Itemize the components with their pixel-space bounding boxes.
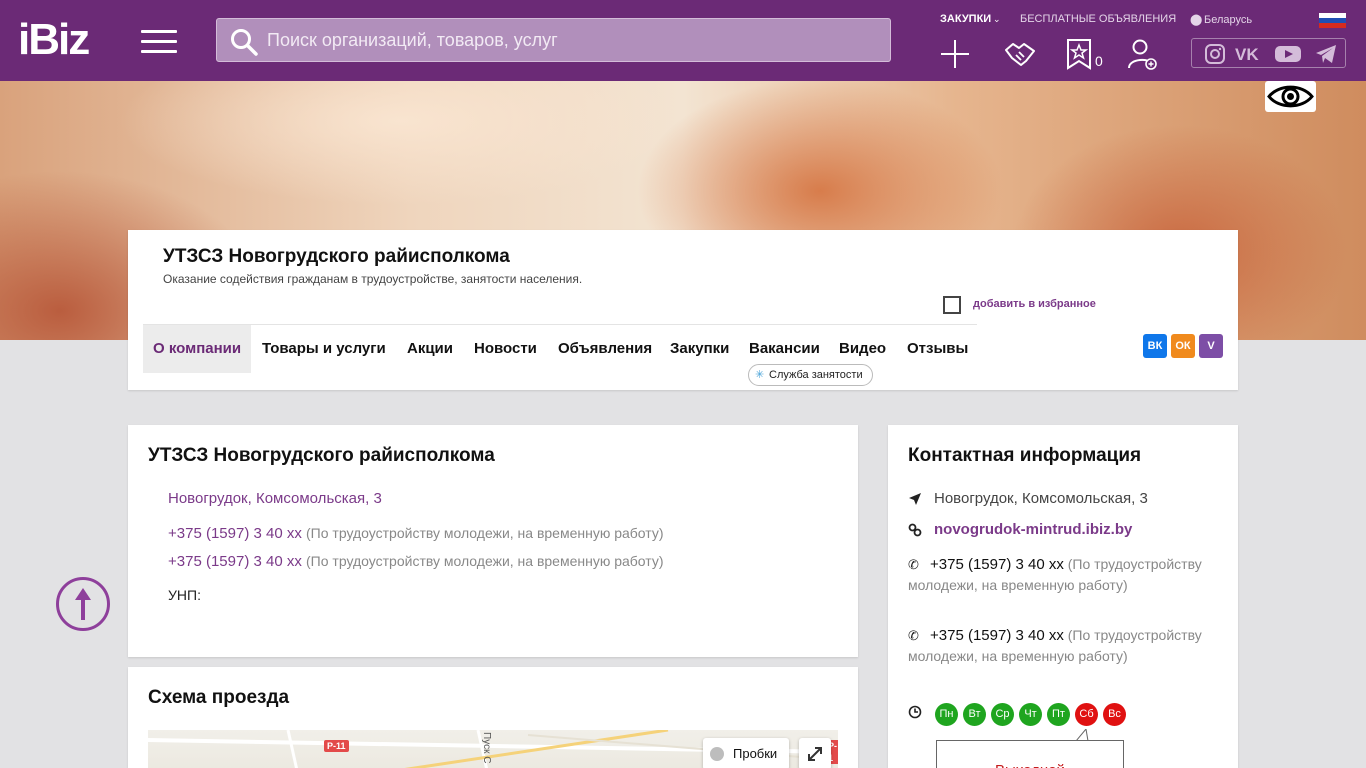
website-link[interactable]: novogrudok-mintrud.ibiz.by bbox=[934, 521, 1132, 538]
navigation-arrow-icon bbox=[909, 493, 921, 505]
phone-icon: ✆ bbox=[908, 628, 919, 643]
telegram-icon[interactable] bbox=[1315, 43, 1337, 65]
youtube-icon[interactable] bbox=[1274, 43, 1302, 65]
share-vk-icon[interactable]: ВК bbox=[1143, 334, 1167, 358]
contact-address: Новогрудок, Комсомольская, 3 bbox=[934, 490, 1148, 507]
day-thursday[interactable]: Чт bbox=[1019, 703, 1042, 726]
day-wednesday[interactable]: Ср bbox=[991, 703, 1014, 726]
share-viber-icon[interactable]: V bbox=[1199, 334, 1223, 358]
add-to-favorites-link[interactable]: добавить в избранное bbox=[973, 298, 1096, 310]
tab-products[interactable]: Товары и услуги bbox=[262, 325, 386, 373]
contact-phone-1: ✆ +375 (1597) 3 40 xx (По трудоустройству… bbox=[908, 554, 1208, 596]
procurement-link[interactable]: ЗАКУПКИ bbox=[940, 13, 991, 25]
road-label-p11: P-11 bbox=[324, 740, 349, 752]
company-title: УТЗСЗ Новогрудского райисполкома bbox=[163, 246, 510, 267]
logo[interactable]: iBiz bbox=[18, 18, 90, 62]
search-icon bbox=[231, 29, 258, 56]
tab-ads[interactable]: Объявления bbox=[558, 325, 652, 373]
day-monday[interactable]: Пн bbox=[935, 703, 958, 726]
menu-burger-icon[interactable] bbox=[141, 30, 177, 54]
traffic-button[interactable]: Пробки bbox=[703, 738, 789, 768]
clock-icon bbox=[908, 705, 922, 719]
contact-phone-number-1[interactable]: +375 (1597) 3 40 xx bbox=[930, 556, 1064, 573]
phone-line-2: +375 (1597) 3 40 xx (По трудоустройству … bbox=[168, 553, 664, 570]
day-saturday[interactable]: Сб bbox=[1075, 703, 1098, 726]
language-flag-icon[interactable] bbox=[1319, 13, 1346, 28]
tab-promotions[interactable]: Акции bbox=[407, 325, 453, 373]
arrow-up-icon bbox=[75, 588, 91, 620]
phone-link-2[interactable]: +375 (1597) 3 40 xx bbox=[168, 553, 302, 570]
contact-phone-number-2[interactable]: +375 (1597) 3 40 xx bbox=[930, 627, 1064, 644]
phone-link-1[interactable]: +375 (1597) 3 40 xx bbox=[168, 525, 302, 542]
favorite-checkbox[interactable] bbox=[943, 296, 961, 314]
badge-label: Служба занятости bbox=[769, 369, 863, 381]
free-ads-link[interactable]: БЕСПЛАТНЫЕ ОБЪЯВЛЕНИЯ bbox=[1020, 13, 1176, 25]
handshake-icon[interactable] bbox=[1004, 38, 1036, 70]
phone-note-2: (По трудоустройству молодежи, на временн… bbox=[306, 553, 664, 569]
fullscreen-button[interactable] bbox=[799, 738, 831, 768]
contact-info-card: Контактная информация Новогрудок, Комсом… bbox=[888, 425, 1238, 768]
phone-note-1: (По трудоустройству молодежи, на временн… bbox=[306, 525, 664, 541]
location-pin-icon: ⬤ bbox=[1190, 14, 1203, 26]
tab-reviews[interactable]: Отзывы bbox=[907, 325, 968, 373]
day-off-tooltip: Выходной bbox=[936, 740, 1124, 768]
region-link[interactable]: Беларусь bbox=[1204, 14, 1252, 26]
map-area[interactable]: P-11 P-1 Пуск С Пробки bbox=[148, 730, 838, 768]
day-sunday[interactable]: Вс bbox=[1103, 703, 1126, 726]
traffic-light-icon bbox=[710, 747, 724, 761]
expand-icon bbox=[808, 747, 822, 761]
scroll-to-top-button[interactable] bbox=[56, 577, 110, 631]
tab-procurement[interactable]: Закупки bbox=[670, 325, 729, 373]
info-title: УТЗСЗ Новогрудского райисполкома bbox=[148, 445, 495, 466]
snowflake-icon: ✳ bbox=[755, 369, 765, 381]
top-header: iBiz ЗАКУПКИ ⌄ БЕСПЛАТНЫЕ ОБЪЯВЛЕНИЯ ⬤ Б… bbox=[0, 0, 1366, 81]
plus-icon[interactable] bbox=[939, 38, 971, 70]
company-info-card: УТЗСЗ Новогрудского райисполкома Новогру… bbox=[128, 425, 858, 657]
accessibility-eye-icon[interactable] bbox=[1265, 81, 1316, 112]
company-header-card: УТЗСЗ Новогрудского райисполкома Оказани… bbox=[128, 230, 1238, 390]
phone-line-1: +375 (1597) 3 40 xx (По трудоустройству … bbox=[168, 525, 664, 542]
address-link[interactable]: Новогрудок, Комсомольская, 3 bbox=[168, 490, 382, 507]
share-ok-icon[interactable]: ОК bbox=[1171, 334, 1195, 358]
tab-news[interactable]: Новости bbox=[474, 325, 537, 373]
contacts-title: Контактная информация bbox=[908, 445, 1142, 466]
day-tuesday[interactable]: Вт bbox=[963, 703, 986, 726]
map-title: Схема проезда bbox=[148, 687, 290, 708]
tab-about[interactable]: О компании bbox=[143, 325, 252, 373]
favorites-icon[interactable] bbox=[1064, 38, 1096, 70]
instagram-icon[interactable] bbox=[1204, 43, 1226, 65]
street-label: Пуск С bbox=[481, 732, 492, 764]
svg-text:VK: VK bbox=[1235, 45, 1259, 64]
search-input[interactable] bbox=[267, 19, 867, 61]
user-add-icon[interactable] bbox=[1127, 38, 1159, 70]
day-friday[interactable]: Пт bbox=[1047, 703, 1070, 726]
traffic-label: Пробки bbox=[733, 746, 778, 761]
contact-phone-2: ✆ +375 (1597) 3 40 xx (По трудоустройству… bbox=[908, 625, 1208, 667]
search-bar[interactable] bbox=[216, 18, 891, 62]
employment-service-badge[interactable]: ✳ Служба занятости bbox=[748, 364, 873, 386]
social-links: VK bbox=[1191, 38, 1346, 68]
phone-icon: ✆ bbox=[908, 557, 919, 572]
vk-icon[interactable]: VK bbox=[1235, 43, 1263, 65]
company-description: Оказание содействия гражданам в трудоуст… bbox=[163, 272, 583, 286]
link-icon bbox=[908, 523, 922, 537]
favorites-count: 0 bbox=[1095, 53, 1103, 69]
chevron-down-icon: ⌄ bbox=[993, 14, 1001, 24]
unp-label: УНП: bbox=[168, 587, 201, 603]
map-card: Схема проезда P-11 P-1 Пуск С Пробки bbox=[128, 667, 858, 768]
